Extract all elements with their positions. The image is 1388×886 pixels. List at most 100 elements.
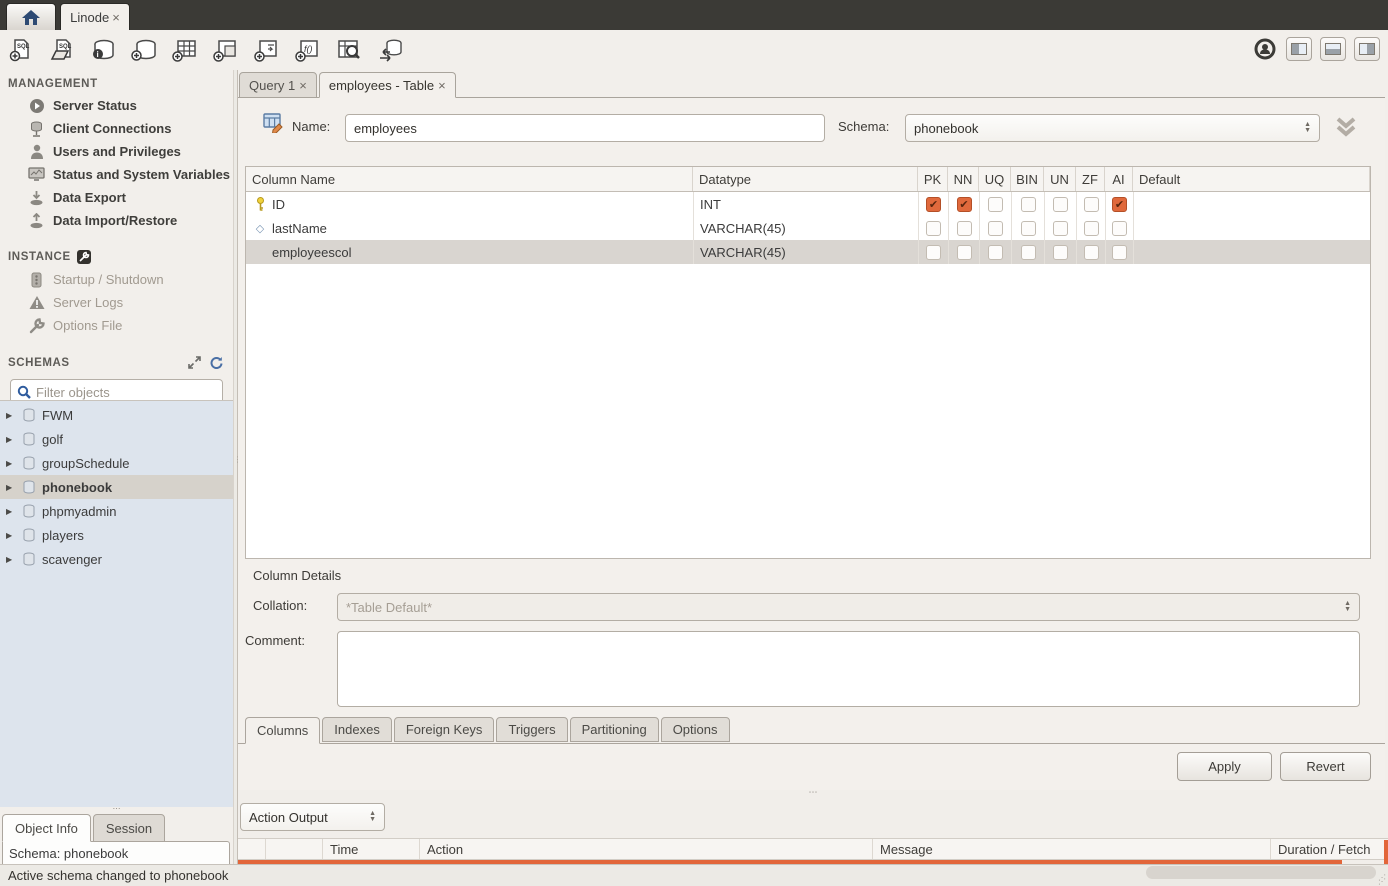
zf-checkbox[interactable]: ✔ [1084, 197, 1099, 212]
create-procedure-icon[interactable] [254, 37, 280, 63]
close-icon[interactable]: × [438, 78, 446, 93]
user-circle-icon[interactable] [1252, 36, 1278, 62]
sidebar-item-data-import[interactable]: Data Import/Restore [0, 209, 233, 232]
output-col-blank[interactable] [238, 839, 266, 859]
sidebar-item-startup-shutdown[interactable]: Startup / Shutdown [0, 268, 233, 291]
sidebar-splitter[interactable]: ⋯ [0, 807, 233, 814]
pk-checkbox[interactable]: ✔ [926, 197, 941, 212]
schema-item-golf[interactable]: ▶ golf [0, 427, 233, 451]
sidebar-item-system-variables[interactable]: Status and System Variables [0, 163, 233, 186]
table-row[interactable]: ◇ lastName VARCHAR(45) ✔ ✔ ✔ ✔ ✔ ✔ ✔ [246, 216, 1370, 240]
output-col-message[interactable]: Message [873, 839, 1271, 859]
schema-filter-input[interactable] [36, 385, 216, 400]
search-table-data-icon[interactable] [336, 37, 362, 63]
subtab-columns[interactable]: Columns [245, 717, 320, 744]
comment-textarea[interactable] [337, 631, 1360, 707]
expander-icon[interactable]: ▶ [6, 435, 16, 444]
expand-schemas-icon[interactable] [188, 356, 201, 369]
refresh-schemas-icon[interactable] [209, 356, 223, 369]
pk-checkbox[interactable]: ✔ [926, 245, 941, 260]
un-checkbox[interactable]: ✔ [1053, 245, 1068, 260]
col-header-pk[interactable]: PK [918, 167, 948, 191]
col-header-default[interactable]: Default [1133, 167, 1370, 191]
output-col-duration[interactable]: Duration / Fetch [1271, 839, 1388, 859]
close-icon[interactable]: × [299, 78, 307, 93]
sidebar-item-data-export[interactable]: Data Export [0, 186, 233, 209]
schema-item-fwm[interactable]: ▶ FWM [0, 403, 233, 427]
schema-item-players[interactable]: ▶ players [0, 523, 233, 547]
sidebar-item-client-connections[interactable]: Client Connections [0, 117, 233, 140]
table-row-selected[interactable]: employeescol VARCHAR(45) ✔ ✔ ✔ ✔ ✔ ✔ ✔ [246, 240, 1370, 264]
create-table-icon[interactable] [172, 37, 198, 63]
output-selector[interactable]: Action Output ▲▼ [240, 803, 385, 831]
table-row[interactable]: ID INT ✔ ✔ ✔ ✔ ✔ ✔ ✔ [246, 192, 1370, 216]
output-col-blank2[interactable] [266, 839, 323, 859]
output-scrollbar[interactable] [1384, 840, 1388, 864]
output-col-time[interactable]: Time [323, 839, 420, 859]
bin-checkbox[interactable]: ✔ [1021, 197, 1036, 212]
close-icon[interactable]: × [112, 10, 120, 25]
ai-checkbox[interactable]: ✔ [1112, 197, 1127, 212]
col-header-bin[interactable]: BIN [1011, 167, 1044, 191]
expander-icon[interactable]: ▶ [6, 459, 16, 468]
toggle-bottom-panel-icon[interactable] [1320, 37, 1346, 61]
subtab-foreign-keys[interactable]: Foreign Keys [394, 717, 495, 742]
un-checkbox[interactable]: ✔ [1053, 221, 1068, 236]
apply-button[interactable]: Apply [1177, 752, 1272, 781]
expander-icon[interactable]: ▶ [6, 411, 16, 420]
nn-checkbox[interactable]: ✔ [957, 245, 972, 260]
collation-select[interactable]: *Table Default* ▲▼ [337, 593, 1360, 621]
output-col-action[interactable]: Action [420, 839, 873, 859]
create-view-icon[interactable] [213, 37, 239, 63]
zf-checkbox[interactable]: ✔ [1084, 245, 1099, 260]
toggle-left-panel-icon[interactable] [1286, 37, 1312, 61]
schema-inspector-icon[interactable]: i [90, 37, 116, 63]
schema-item-phpmyadmin[interactable]: ▶ phpmyadmin [0, 499, 233, 523]
tab-session[interactable]: Session [93, 814, 165, 842]
col-header-un[interactable]: UN [1044, 167, 1076, 191]
schema-item-phonebook[interactable]: ▶ phonebook [0, 475, 233, 499]
schema-item-scavenger[interactable]: ▶ scavenger [0, 547, 233, 571]
uq-checkbox[interactable]: ✔ [988, 245, 1003, 260]
expander-icon[interactable]: ▶ [6, 555, 16, 564]
subtab-partitioning[interactable]: Partitioning [570, 717, 659, 742]
table-name-input[interactable] [345, 114, 825, 142]
expander-icon[interactable]: ▶ [6, 483, 16, 492]
tab-query-1[interactable]: Query 1 × [239, 72, 317, 98]
sidebar-item-options-file[interactable]: Options File [0, 314, 233, 337]
tab-object-info[interactable]: Object Info [2, 814, 91, 842]
revert-button[interactable]: Revert [1280, 752, 1371, 781]
col-header-name[interactable]: Column Name [246, 167, 693, 191]
subtab-indexes[interactable]: Indexes [322, 717, 392, 742]
expander-icon[interactable]: ▶ [6, 531, 16, 540]
sidebar-item-server-logs[interactable]: Server Logs [0, 291, 233, 314]
output-splitter[interactable]: ⋯ [238, 790, 1388, 800]
create-function-icon[interactable]: f() [295, 37, 321, 63]
uq-checkbox[interactable]: ✔ [988, 197, 1003, 212]
bin-checkbox[interactable]: ✔ [1021, 221, 1036, 236]
col-header-ai[interactable]: AI [1105, 167, 1133, 191]
ai-checkbox[interactable]: ✔ [1112, 221, 1127, 236]
subtab-triggers[interactable]: Triggers [496, 717, 567, 742]
open-sql-script-icon[interactable]: SQL [49, 37, 75, 63]
spinner-icon[interactable]: ▲▼ [1304, 122, 1311, 134]
tab-employees-table[interactable]: employees - Table × [319, 72, 456, 98]
create-schema-icon[interactable] [131, 37, 157, 63]
subtab-options[interactable]: Options [661, 717, 730, 742]
nn-checkbox[interactable]: ✔ [957, 197, 972, 212]
new-sql-tab-icon[interactable]: SQL [8, 37, 34, 63]
col-header-nn[interactable]: NN [948, 167, 979, 191]
toggle-right-panel-icon[interactable] [1354, 37, 1380, 61]
uq-checkbox[interactable]: ✔ [988, 221, 1003, 236]
col-header-uq[interactable]: UQ [979, 167, 1011, 191]
bin-checkbox[interactable]: ✔ [1021, 245, 1036, 260]
ai-checkbox[interactable]: ✔ [1112, 245, 1127, 260]
schema-select[interactable]: phonebook ▲▼ [905, 114, 1320, 142]
home-tab[interactable] [6, 3, 56, 30]
horizontal-scrollbar[interactable] [1146, 866, 1376, 879]
un-checkbox[interactable]: ✔ [1053, 197, 1068, 212]
zf-checkbox[interactable]: ✔ [1084, 221, 1099, 236]
col-header-zf[interactable]: ZF [1076, 167, 1105, 191]
expand-header-chevron-icon[interactable] [1333, 114, 1359, 140]
reconnect-server-icon[interactable] [377, 37, 403, 63]
